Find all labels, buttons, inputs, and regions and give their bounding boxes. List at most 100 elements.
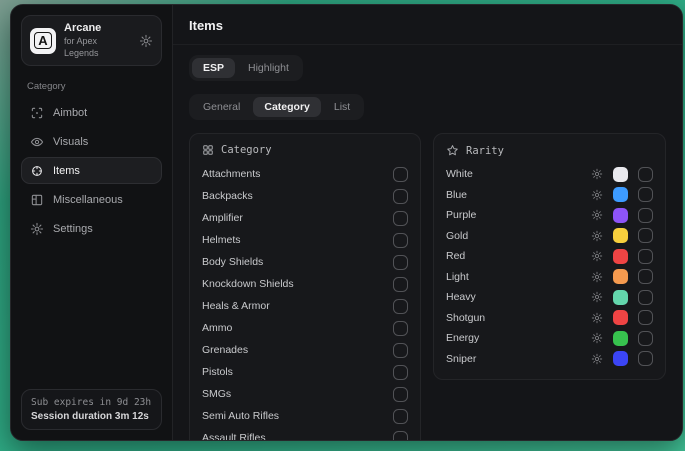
gear-icon [30, 222, 44, 236]
sidebar-nav-item[interactable]: Aimbot [21, 99, 162, 126]
star-icon [446, 144, 459, 157]
category-row-label: Attachments [202, 168, 260, 180]
mode-tab[interactable]: Highlight [237, 58, 300, 78]
view-tab[interactable]: List [323, 97, 361, 117]
rarity-checkbox[interactable] [638, 331, 653, 346]
category-row-label: Helmets [202, 234, 241, 246]
category-row: Body Shields [202, 251, 408, 273]
app-logo: A [30, 28, 56, 54]
mode-tabs: ESP Highlight [189, 55, 303, 81]
page-title: Items [189, 18, 666, 33]
sidebar-section-label: Category [27, 81, 156, 92]
sidebar-nav-item[interactable]: Miscellaneous [21, 186, 162, 213]
rarity-checkbox[interactable] [638, 310, 653, 325]
gear-icon[interactable] [591, 209, 603, 221]
category-row-label: Backpacks [202, 190, 253, 202]
layout-icon [30, 193, 44, 207]
sidebar-nav: Aimbot Visuals Items Miscellaneous [21, 99, 162, 242]
rarity-row: Shotgun [446, 308, 653, 329]
category-row: Grenades [202, 339, 408, 361]
target-icon [30, 164, 44, 178]
gear-icon[interactable] [139, 34, 153, 48]
rarity-row: Sniper [446, 349, 653, 370]
rarity-checkbox[interactable] [638, 290, 653, 305]
gear-icon[interactable] [591, 189, 603, 201]
color-swatch[interactable] [613, 331, 628, 346]
rarity-checkbox[interactable] [638, 269, 653, 284]
category-checkbox[interactable] [393, 431, 408, 441]
category-row-label: Semi Auto Rifles [202, 410, 279, 422]
category-row: Knockdown Shields [202, 273, 408, 295]
rarity-row-label: Shotgun [446, 312, 485, 324]
app-subtitle: for Apex Legends [64, 35, 131, 59]
category-row-label: Body Shields [202, 256, 263, 268]
rarity-checkbox[interactable] [638, 187, 653, 202]
color-swatch[interactable] [613, 269, 628, 284]
color-swatch[interactable] [613, 167, 628, 182]
sidebar-nav-item[interactable]: Settings [21, 215, 162, 242]
rarity-checkbox[interactable] [638, 228, 653, 243]
category-checkbox[interactable] [393, 321, 408, 336]
grid-icon [202, 144, 214, 156]
category-row-label: Pistols [202, 366, 233, 378]
category-checkbox[interactable] [393, 365, 408, 380]
rarity-row-label: Blue [446, 189, 467, 201]
rarity-row-label: Gold [446, 230, 468, 242]
app-name: Arcane [64, 22, 131, 35]
gear-icon[interactable] [591, 250, 603, 262]
app-header-card: A Arcane for Apex Legends [21, 15, 162, 66]
category-checkbox[interactable] [393, 299, 408, 314]
gear-icon[interactable] [591, 332, 603, 344]
main-body: ESP Highlight General Category List [173, 45, 682, 440]
color-swatch[interactable] [613, 290, 628, 305]
category-checkbox[interactable] [393, 233, 408, 248]
category-checkbox[interactable] [393, 409, 408, 424]
gear-icon[interactable] [591, 312, 603, 324]
sub-expiry-text: Sub expires in 9d 23h [31, 397, 152, 408]
category-checkbox[interactable] [393, 167, 408, 182]
app-logo-letter: A [34, 32, 51, 49]
sidebar-nav-item-label: Items [53, 165, 80, 177]
category-row-label: Assault Rifles [202, 432, 266, 440]
rarity-checkbox[interactable] [638, 208, 653, 223]
gear-icon[interactable] [591, 230, 603, 242]
category-row: Semi Auto Rifles [202, 405, 408, 427]
color-swatch[interactable] [613, 187, 628, 202]
sidebar: A Arcane for Apex Legends Category Aimbo… [11, 5, 173, 440]
color-swatch[interactable] [613, 310, 628, 325]
category-checkbox[interactable] [393, 387, 408, 402]
rarity-checkbox[interactable] [638, 249, 653, 264]
rarity-row: Blue [446, 185, 653, 206]
gear-icon[interactable] [591, 168, 603, 180]
session-duration-text: Session duration 3m 12s [31, 411, 152, 422]
gear-icon[interactable] [591, 271, 603, 283]
category-panel-header: Category [202, 144, 408, 156]
rarity-row: Gold [446, 226, 653, 247]
color-swatch[interactable] [613, 249, 628, 264]
sidebar-nav-item-label: Aimbot [53, 107, 87, 119]
color-swatch[interactable] [613, 228, 628, 243]
crosshair-icon [30, 106, 44, 120]
category-checkbox[interactable] [393, 343, 408, 358]
category-checkbox[interactable] [393, 255, 408, 270]
color-swatch[interactable] [613, 208, 628, 223]
view-tab[interactable]: General [192, 97, 251, 117]
category-row: Heals & Armor [202, 295, 408, 317]
category-row-label: SMGs [202, 388, 231, 400]
sidebar-nav-item[interactable]: Items [21, 157, 162, 184]
rarity-panel-title: Rarity [466, 145, 504, 157]
category-checkbox[interactable] [393, 277, 408, 292]
category-row: Pistols [202, 361, 408, 383]
mode-tab[interactable]: ESP [192, 58, 235, 78]
color-swatch[interactable] [613, 351, 628, 366]
category-checkbox[interactable] [393, 189, 408, 204]
gear-icon[interactable] [591, 353, 603, 365]
category-checkbox[interactable] [393, 211, 408, 226]
category-row-label: Knockdown Shields [202, 278, 294, 290]
gear-icon[interactable] [591, 291, 603, 303]
rarity-checkbox[interactable] [638, 351, 653, 366]
rarity-row-label: Energy [446, 332, 479, 344]
view-tab[interactable]: Category [253, 97, 321, 117]
sidebar-nav-item[interactable]: Visuals [21, 128, 162, 155]
rarity-checkbox[interactable] [638, 167, 653, 182]
